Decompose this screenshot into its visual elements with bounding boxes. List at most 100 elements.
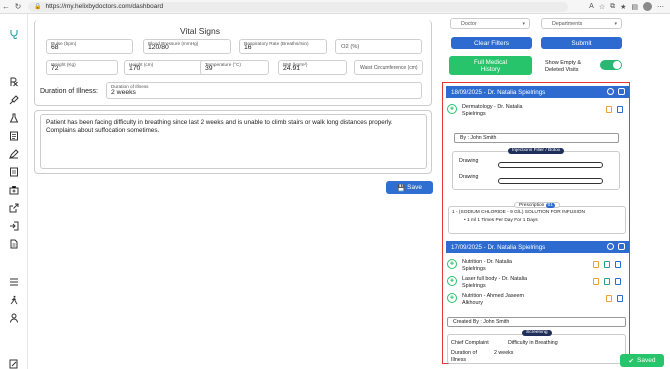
show-empty-deleted-toggle[interactable]: [600, 60, 622, 70]
export-icon[interactable]: [8, 202, 20, 214]
more-icon[interactable]: ⋯: [657, 3, 664, 11]
login-icon[interactable]: [8, 220, 20, 232]
bmi-field[interactable]: BMI (kg/m²) 24.91: [278, 60, 347, 75]
entry-subtitle: Spielrings: [462, 110, 486, 117]
chat-icon[interactable]: [607, 88, 614, 95]
check-icon: ✔: [628, 357, 634, 365]
edit-icon[interactable]: [593, 261, 599, 268]
injections-section: [452, 151, 620, 190]
stethoscope-icon: ✚: [447, 293, 457, 303]
address-bar[interactable]: 🔒 https://my.helixbydoctors.com/dashboar…: [28, 1, 568, 12]
extensions-icon[interactable]: ⧉: [610, 3, 615, 11]
prescription-count-badge: 01: [545, 203, 556, 208]
edit-icon[interactable]: [606, 106, 612, 113]
visit-header-title: 17/09/2025 - Dr. Natalia Spielrings: [451, 243, 546, 251]
waist-circumference-field[interactable]: Waist Circumference (cm): [354, 60, 423, 75]
toggle-label-line-2: Deleted Visits: [545, 67, 579, 73]
favorite-icon[interactable]: ☆: [599, 3, 605, 11]
doctor-icon[interactable]: [8, 312, 20, 324]
drawing-field[interactable]: [498, 178, 603, 184]
toggle-label-line-1: Show Empty &: [545, 60, 582, 66]
entry-actions: [593, 261, 621, 268]
weight-value: 72: [51, 65, 59, 72]
medical-bag-icon[interactable]: [8, 184, 20, 196]
show-empty-toggle-label: Show Empty & Deleted Visits: [545, 60, 581, 74]
duration-label-line-1: Duration of: [451, 350, 477, 356]
pulse-field[interactable]: Pulse (bpm) 68: [46, 39, 133, 54]
drawing-field[interactable]: [498, 162, 603, 168]
duration-of-illness-label: Duration of Illness:: [40, 88, 98, 95]
duration-value: 2 weeks: [494, 350, 514, 356]
saved-toast-label: Saved: [637, 357, 656, 364]
file-icon[interactable]: [8, 238, 20, 250]
save-button-label: Save: [407, 184, 422, 191]
document-icon[interactable]: [618, 88, 625, 95]
favorites-bar-icon[interactable]: ★: [620, 3, 626, 11]
doctor-select[interactable]: Doctor ▾: [450, 18, 530, 29]
blood-pressure-field[interactable]: Blood Pressure (mmHg) 120/80: [143, 39, 231, 54]
copy-icon[interactable]: [604, 261, 610, 268]
complaint-textarea[interactable]: Patient has been facing difficulty in br…: [40, 114, 427, 169]
document-list-icon[interactable]: [8, 130, 20, 142]
profile-avatar[interactable]: [643, 2, 652, 11]
document-icon[interactable]: [618, 243, 625, 250]
by-field: By : John Smith: [454, 133, 619, 143]
respiratory-rate-value: 16: [244, 44, 252, 51]
edit-note-icon[interactable]: [8, 358, 20, 369]
respiratory-rate-field[interactable]: Respiratory Rate (Breaths/min) 16: [239, 39, 327, 54]
edit-icon[interactable]: [593, 278, 599, 285]
clear-filters-button[interactable]: Clear Filters: [451, 37, 532, 49]
read-aloud-icon[interactable]: A: [589, 3, 594, 10]
file-icon[interactable]: [617, 106, 623, 113]
sidebar: [0, 14, 28, 369]
file-icon[interactable]: [615, 261, 621, 268]
drawing-label: Drawing: [459, 174, 479, 180]
respiratory-rate-label: Respiratory Rate (Breaths/min): [244, 41, 309, 46]
lock-icon: 🔒: [34, 4, 42, 10]
prescription-label: Prescription 01: [514, 202, 561, 208]
entry-subtitle: Alkhoury: [462, 299, 483, 306]
duration-label-line-2: Illness: [451, 356, 467, 363]
list-icon[interactable]: [8, 276, 20, 288]
chief-complaint-value: Difficulty in Breathing: [508, 340, 558, 346]
collections-icon[interactable]: ▤: [631, 3, 638, 11]
pen-icon[interactable]: [8, 148, 20, 160]
full-medical-history-button[interactable]: Full Medical History: [449, 56, 532, 75]
rx-icon[interactable]: [8, 76, 20, 88]
submit-button[interactable]: Submit: [541, 37, 622, 49]
stethoscope-icon: ✚: [447, 104, 457, 114]
o2-field[interactable]: O2 (%): [335, 39, 422, 54]
temperature-value: 39: [205, 65, 213, 72]
blood-pressure-value: 120/80: [148, 44, 169, 51]
duration-of-illness-field[interactable]: Duration of Illness 2 weeks: [106, 82, 422, 99]
prescription-detail: • 1 ml 1 Times Per Day For 1 Days: [464, 218, 538, 223]
file-icon[interactable]: [617, 295, 623, 302]
stethoscope-logo-icon[interactable]: [8, 28, 20, 40]
edit-icon[interactable]: [606, 295, 612, 302]
injections-section-label: Injections Filler / Botox: [508, 148, 565, 154]
save-button[interactable]: 💾 Save: [386, 181, 433, 194]
stethoscope-icon: ✚: [447, 276, 457, 286]
copy-icon[interactable]: [604, 278, 610, 285]
file-icon[interactable]: [615, 278, 621, 285]
waist-circumference-placeholder: Waist Circumference (cm): [360, 64, 418, 71]
billing-icon[interactable]: [8, 166, 20, 178]
reload-icon[interactable]: ↻: [12, 1, 24, 13]
visit-header[interactable]: 17/09/2025 - Dr. Natalia Spielrings: [446, 241, 629, 253]
chevron-down-icon: ▾: [522, 20, 525, 27]
temperature-field[interactable]: Temperature (°C) 39: [200, 60, 269, 75]
back-icon[interactable]: ←: [0, 1, 12, 13]
chat-icon[interactable]: [607, 243, 614, 250]
pulse-value: 68: [51, 44, 59, 51]
patient-walk-icon[interactable]: [8, 294, 20, 306]
vital-signs-title: Vital Signs: [179, 26, 221, 36]
lab-flask-icon[interactable]: [8, 112, 20, 124]
drawing-label: Drawing: [459, 158, 479, 164]
prescription-detail-text: 1 ml 1 Times Per Day For 1 Days: [467, 218, 538, 223]
departments-select[interactable]: Departments ▾: [541, 18, 622, 29]
syringe-icon[interactable]: [8, 94, 20, 106]
weight-field[interactable]: Weight (Kg) 72: [46, 60, 118, 75]
duration-field-value: 2 weeks: [111, 89, 136, 96]
full-history-label-1: Full Medical: [473, 58, 507, 66]
visit-header[interactable]: 18/09/2025 - Dr. Natalia Spielrings: [446, 86, 629, 98]
